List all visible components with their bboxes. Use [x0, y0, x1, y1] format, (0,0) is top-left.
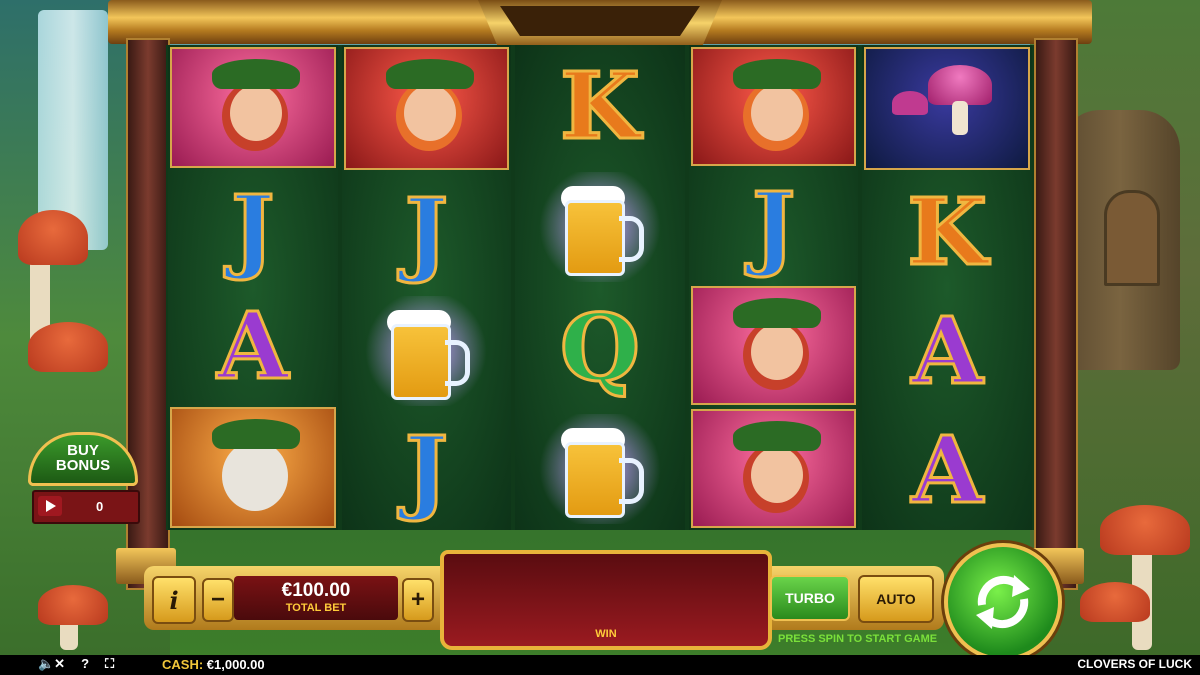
decrease-bet-button[interactable]: − — [202, 578, 234, 622]
symbol-j: J — [168, 170, 338, 287]
character-hat — [385, 59, 474, 89]
character-face — [750, 323, 803, 380]
buy-bonus-label-line1: BUY — [67, 442, 99, 459]
symbol-mushroom — [864, 47, 1030, 171]
buy-bonus-counter[interactable]: 0 — [32, 490, 140, 524]
beer-mug-icon — [560, 424, 644, 519]
character-hat — [212, 59, 300, 89]
win-label: WIN — [595, 628, 617, 640]
symbol-letter: A — [910, 297, 984, 406]
symbol-letter: K — [559, 51, 642, 160]
mushroom-decoration — [18, 210, 88, 265]
character-face — [230, 85, 282, 141]
frame-crest-ornament — [500, 6, 700, 36]
symbol-letter: A — [216, 292, 290, 401]
symbol-lady — [690, 408, 857, 528]
mushroom-decoration — [1100, 505, 1190, 555]
mushroom-decoration — [28, 322, 108, 372]
symbol-leprechaun — [690, 47, 857, 167]
symbol-leprechaun — [343, 47, 510, 171]
cash-label: CASH: — [162, 657, 204, 672]
symbol-letter: A — [910, 416, 984, 525]
reel-2: JJ — [341, 45, 512, 530]
symbol-letter: Q — [558, 294, 641, 403]
character-hat — [732, 297, 821, 328]
beer-mug-icon — [560, 182, 644, 276]
symbol-a: A — [168, 288, 338, 405]
cash-display: CASH: €1,000.00 — [162, 657, 265, 672]
mushroom-stem — [952, 101, 969, 135]
symbol-k: K — [862, 172, 1032, 291]
symbol-letter: J — [750, 171, 796, 280]
fullscreen-icon[interactable]: ⛶ — [105, 656, 114, 672]
symbol-a: A — [862, 411, 1032, 530]
question-icon[interactable]: ? — [81, 656, 89, 672]
play-icon[interactable] — [38, 496, 62, 516]
symbol-beer — [515, 409, 685, 530]
reel-1: JA — [168, 45, 338, 530]
character-hat — [212, 418, 300, 449]
right-pillar — [1034, 38, 1078, 590]
reel-3: KQ — [515, 45, 685, 530]
buy-bonus-count: 0 — [96, 499, 104, 514]
symbol-letter: J — [230, 174, 276, 283]
character-face — [230, 444, 282, 501]
reel-grid: JAJJKQJKAA — [166, 45, 1034, 530]
character-face — [403, 85, 456, 141]
symbol-lady — [170, 47, 336, 169]
cash-value: €1,000.00 — [206, 657, 265, 672]
footer-icons: 🔈✕ ? ⛶ — [38, 656, 114, 672]
symbol-beer — [342, 292, 512, 411]
beer-mug-icon — [387, 306, 471, 401]
mushroom-cap-small — [892, 91, 929, 115]
symbol-beer — [515, 166, 685, 287]
reel-5: KAA — [862, 45, 1032, 530]
symbol-letter: K — [906, 177, 989, 286]
total-bet-display: €100.00 TOTAL BET — [234, 576, 398, 620]
mushroom-decoration — [38, 585, 108, 625]
total-bet-value: €100.00 — [281, 580, 351, 601]
reel-4: J — [688, 45, 859, 530]
increase-bet-button[interactable]: + — [402, 578, 434, 622]
mushroom-decoration — [1080, 582, 1150, 622]
symbol-j: J — [342, 172, 512, 291]
symbol-a: A — [862, 292, 1032, 411]
mushroom-cap — [928, 65, 993, 105]
auto-button[interactable]: AUTO — [858, 575, 934, 623]
footer-bar: 🔈✕ ? ⛶ CASH: €1,000.00 CLOVERS OF LUCK — [0, 655, 1200, 675]
symbol-j: J — [689, 168, 859, 283]
symbol-letter: J — [403, 416, 449, 525]
info-button[interactable]: i — [152, 576, 196, 624]
symbol-q: Q — [515, 288, 685, 409]
spin-button[interactable] — [944, 543, 1062, 661]
game-title: CLOVERS OF LUCK — [1077, 657, 1192, 671]
win-display: WIN — [440, 550, 772, 650]
speaker-muted-icon[interactable]: 🔈✕ — [38, 656, 65, 672]
symbol-j: J — [342, 411, 512, 530]
symbol-lady — [690, 285, 857, 405]
total-bet-label: TOTAL BET — [285, 602, 347, 614]
character-face — [750, 446, 803, 503]
character-hat — [732, 59, 821, 89]
press-spin-hint: PRESS SPIN TO START GAME — [778, 633, 938, 645]
spin-arrows-icon — [976, 575, 1030, 629]
character-face — [750, 85, 803, 141]
symbol-k: K — [515, 45, 685, 166]
tree-door — [1104, 190, 1160, 286]
character-hat — [732, 420, 821, 451]
buy-bonus-label-line2: BONUS — [55, 457, 111, 474]
symbol-letter: J — [403, 177, 449, 286]
symbol-rabbit — [170, 406, 336, 528]
turbo-button[interactable]: TURBO — [770, 575, 850, 621]
